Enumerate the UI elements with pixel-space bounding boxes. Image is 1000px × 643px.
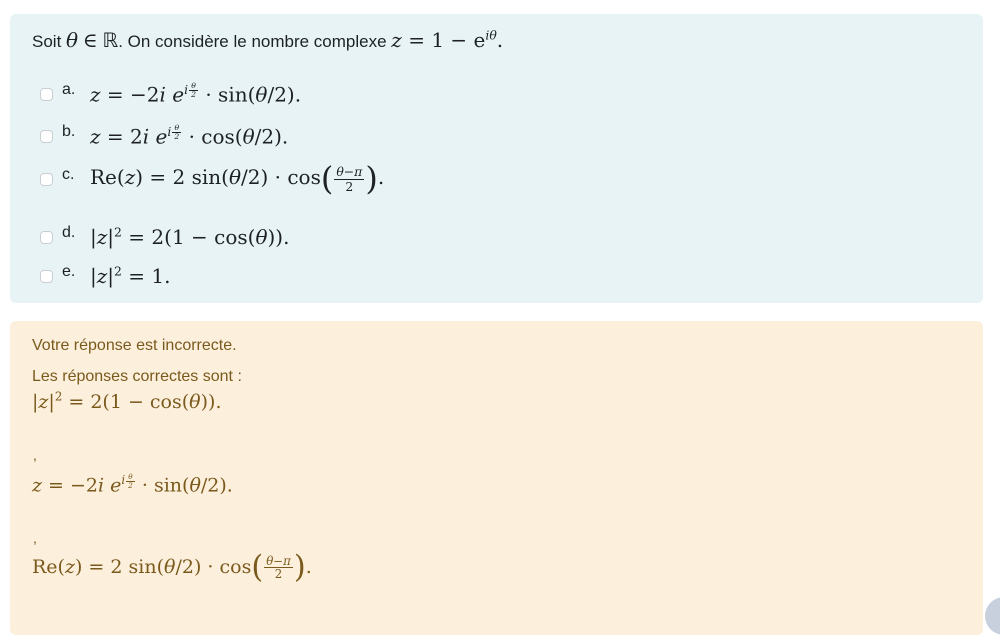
checkbox-c[interactable] bbox=[40, 172, 53, 186]
option-letter: a. bbox=[62, 81, 76, 98]
correct-answer-3: Re(z) = 2 sin(θ/2) · cos(θ−π 2). bbox=[32, 549, 312, 585]
theta-symbol: θ bbox=[66, 28, 79, 52]
question-panel: Soit θ ∈ ℝ. On considère le nombre compl… bbox=[10, 14, 983, 303]
question-text: Soit θ ∈ ℝ. On considère le nombre compl… bbox=[32, 28, 503, 52]
checkbox-d[interactable] bbox=[40, 230, 53, 244]
option-e-formula: |z|2 = 1. bbox=[90, 263, 171, 288]
option-b-formula: z = 2i ei θ 2 · cos(θ/2). bbox=[90, 122, 289, 149]
in-symbol: ∈ bbox=[82, 28, 98, 52]
reals-symbol: ℝ bbox=[102, 28, 119, 52]
option-letter: c. bbox=[62, 166, 75, 183]
question-sentence: . On considère le nombre complexe bbox=[118, 32, 387, 51]
scroll-to-top-button[interactable] bbox=[985, 597, 1000, 635]
correct-answer-1: |z|2 = 2(1 − cos(θ)). bbox=[32, 389, 222, 413]
checkbox-a[interactable] bbox=[40, 87, 53, 101]
correct-answers-title: Les réponses correctes sont : bbox=[32, 368, 242, 385]
question-intro: Soit bbox=[32, 32, 62, 51]
checkbox-e[interactable] bbox=[40, 269, 53, 283]
option-letter: b. bbox=[62, 123, 76, 140]
option-d[interactable]: d. |z|2 = 2(1 − cos(θ)). bbox=[40, 222, 289, 252]
question-formula: z = 1 − eiθ. bbox=[391, 27, 504, 52]
option-d-formula: |z|2 = 2(1 − cos(θ)). bbox=[90, 224, 290, 249]
option-b[interactable]: b. z = 2i ei θ 2 · cos(θ/2). bbox=[40, 121, 288, 151]
option-c[interactable]: c. Re(z) = 2 sin(θ/2) · cos(θ−π 2). bbox=[40, 160, 385, 198]
checkbox-b[interactable] bbox=[40, 129, 53, 143]
option-a[interactable]: a. z = −2i ei θ 2 · sin(θ/2). bbox=[40, 79, 301, 109]
option-c-formula: Re(z) = 2 sin(θ/2) · cos(θ−π 2). bbox=[90, 160, 385, 198]
option-e[interactable]: e. |z|2 = 1. bbox=[40, 261, 171, 291]
option-a-formula: z = −2i ei θ 2 · sin(θ/2). bbox=[90, 80, 302, 107]
correct-answer-2: z = −2i ei θ 2 · sin(θ/2). bbox=[32, 472, 233, 497]
answer-separator: , bbox=[33, 530, 37, 546]
answer-separator: , bbox=[33, 447, 37, 463]
feedback-message: Votre réponse est incorrecte. bbox=[32, 337, 237, 354]
option-letter: d. bbox=[62, 224, 76, 241]
feedback-panel: Votre réponse est incorrecte. Les répons… bbox=[10, 321, 983, 635]
option-letter: e. bbox=[62, 263, 76, 280]
